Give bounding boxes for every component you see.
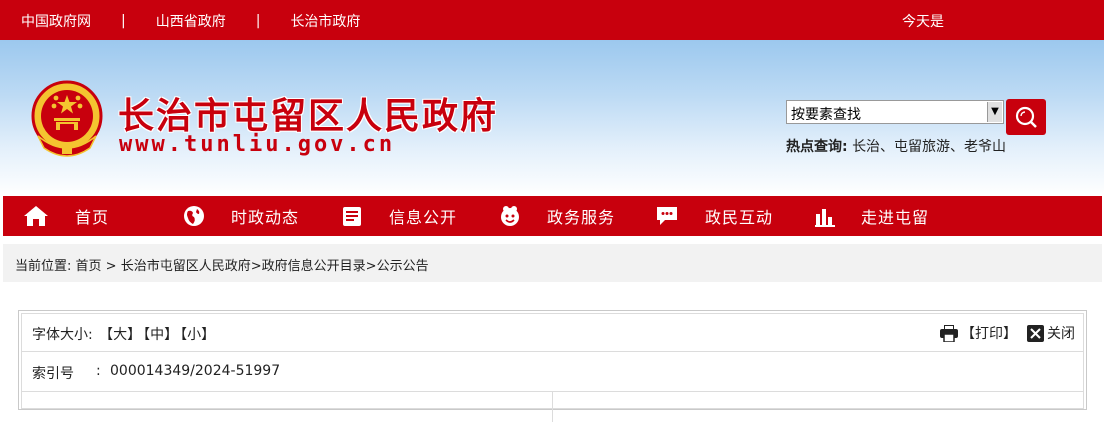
metadata-row (22, 392, 1083, 422)
nav-item-info-open[interactable]: 信息公开 (341, 196, 457, 236)
service-icon (501, 206, 519, 226)
chart-icon (815, 209, 835, 227)
nav-item-label: 走进屯留 (861, 208, 930, 227)
nav-item-home[interactable]: 首页 (23, 196, 109, 236)
index-number-value: 000014349/2024-51997 (110, 363, 281, 379)
article-toolbar: 字体大小: 【大】 【中】 【小】 【打印】 关闭 (22, 314, 1083, 352)
top-separator: | (121, 13, 126, 29)
close-label: 关闭 (1047, 326, 1075, 342)
close-button[interactable]: 关闭 (1027, 323, 1075, 343)
printer-icon (940, 324, 958, 342)
nav-item-label: 信息公开 (389, 208, 458, 227)
nav-item-interaction[interactable]: 政民互动 (655, 196, 773, 236)
top-separator: | (255, 13, 261, 29)
breadcrumb-separator: > (365, 259, 377, 274)
breadcrumb-item-catalog[interactable]: 政府信息公开目录 (262, 259, 366, 274)
index-number-key: 索引号 (32, 366, 74, 382)
font-size-small-button[interactable]: 【小】 (180, 327, 215, 343)
print-button[interactable]: 【打印】 (940, 323, 1017, 343)
font-size-medium-button[interactable]: 【中】 (143, 327, 178, 343)
article-frame: 字体大小: 【大】 【中】 【小】 【打印】 关闭 索引号: 00001434… (18, 310, 1087, 422)
nav-item-about[interactable]: 走进屯留 (815, 196, 929, 236)
nav-item-label: 时政动态 (231, 208, 300, 227)
hot-search-items[interactable]: 长治、屯留旅游、老爷山 (852, 139, 1006, 155)
link-central-gov[interactable]: 中国政府网 (21, 11, 91, 31)
hot-search: 热点查询: 长治、屯留旅游、老爷山 (786, 136, 1006, 156)
index-number-colon: : (96, 363, 101, 379)
font-size-large-button[interactable]: 【大】 (99, 327, 141, 343)
search-button[interactable] (1006, 99, 1046, 135)
breadcrumb-prefix: 当前位置: (15, 259, 72, 274)
nav-item-label: 政民互动 (705, 208, 774, 227)
breadcrumb-item-notices[interactable]: 公示公告 (377, 259, 429, 274)
top-links: 中国政府网 | 山西省政府 | 长治市政府 (21, 11, 360, 31)
hot-search-label: 热点查询: (786, 139, 848, 155)
breadcrumb-item-district[interactable]: 长治市屯留区人民政府 (121, 259, 251, 274)
metadata-divider (552, 392, 553, 422)
link-shanxi-gov[interactable]: 山西省政府 (156, 11, 226, 31)
national-emblem-icon[interactable] (28, 78, 106, 158)
font-size-label: 字体大小: (32, 327, 93, 343)
nav-item-label: 首页 (75, 208, 110, 227)
nav-item-services[interactable]: 政务服务 (499, 196, 615, 236)
search-type-select[interactable]: 按要素查找 ▼ (786, 100, 1004, 124)
chat-icon (657, 207, 677, 225)
search-type-selected: 按要素查找 (791, 107, 861, 123)
article-actions: 【打印】 关闭 (930, 323, 1075, 343)
breadcrumb-separator: > (101, 259, 121, 274)
link-changzhi-gov[interactable]: 长治市政府 (290, 11, 360, 31)
font-size-controls: 字体大小: 【大】 【中】 【小】 (32, 324, 217, 344)
nav-item-label: 政务服务 (547, 208, 616, 227)
main-nav: 首页 时政动态 信息公开 政务服务 政民互动 走进屯留 (3, 196, 1102, 236)
document-icon (343, 207, 361, 226)
print-label: 【打印】 (961, 326, 1017, 342)
nav-item-news[interactable]: 时政动态 (183, 196, 299, 236)
site-domain: www.tunliu.gov.cn (119, 132, 396, 157)
article-panel: 字体大小: 【大】 【中】 【小】 【打印】 关闭 索引号: 00001434… (21, 313, 1084, 422)
breadcrumb: 当前位置: 首页 > 长治市屯留区人民政府>政府信息公开目录>公示公告 (3, 244, 1102, 282)
globe-icon (184, 206, 204, 226)
top-bar: 中国政府网 | 山西省政府 | 长治市政府 今天是 (0, 0, 1104, 40)
chevron-down-icon[interactable]: ▼ (987, 102, 1002, 122)
header-banner: 长治市屯留区人民政府 www.tunliu.gov.cn 按要素查找 ▼ 热点查… (0, 40, 1104, 196)
index-number-row: 索引号 : 000014349/2024-51997 (22, 352, 1083, 392)
today-label: 今天是 (902, 14, 944, 30)
breadcrumb-item-home[interactable]: 首页 (76, 259, 102, 274)
close-icon (1027, 324, 1044, 342)
home-icon (24, 206, 48, 226)
breadcrumb-separator: > (250, 259, 262, 274)
search-icon (1015, 106, 1037, 128)
